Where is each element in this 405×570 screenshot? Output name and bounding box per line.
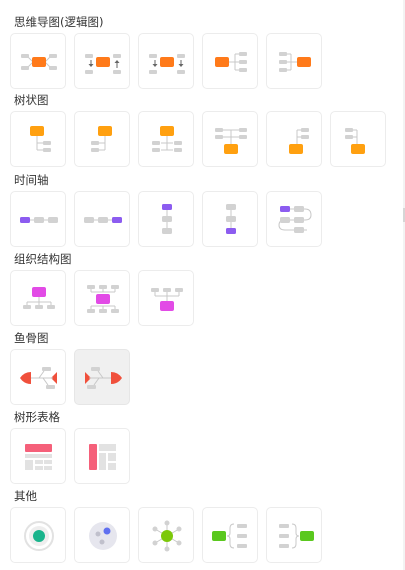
tree-table-horizontal-icon <box>25 444 52 470</box>
brace-right-icon <box>212 523 247 549</box>
section-title: 时间轴 <box>14 173 49 187</box>
structure-tile[interactable] <box>266 507 322 563</box>
structure-tile[interactable] <box>74 33 130 89</box>
timeline-serpentine-icon <box>278 206 312 233</box>
structure-tile[interactable] <box>10 111 66 167</box>
structure-tile[interactable] <box>10 270 66 326</box>
structure-tile[interactable] <box>138 270 194 326</box>
structure-tile[interactable] <box>10 191 66 247</box>
mindmap-centered-icon <box>21 54 57 70</box>
timeline-horizontal-left-icon <box>20 217 58 223</box>
timeline-vertical-top-icon <box>162 204 172 234</box>
structure-tile[interactable] <box>74 428 130 484</box>
org-chart-down-icon <box>23 287 55 309</box>
structure-tile[interactable] <box>74 507 130 563</box>
tree-up-icon <box>215 128 247 154</box>
structure-tile[interactable] <box>138 507 194 563</box>
logic-map-right-icon <box>279 52 311 72</box>
structure-tile[interactable] <box>10 507 66 563</box>
structure-panel: 思维导图(逻辑图) 树状图 时间轴 组织结构图 鱼骨图 树形表格 其他 <box>0 0 403 570</box>
structure-tile[interactable] <box>202 33 258 89</box>
section-title: 组织结构图 <box>14 252 72 266</box>
structure-tile[interactable] <box>74 191 130 247</box>
org-chart-up-icon <box>151 288 183 311</box>
tree-up-right-icon <box>345 128 365 154</box>
structure-tile[interactable] <box>202 191 258 247</box>
fishbone-right-icon <box>85 367 122 389</box>
bubble-map-icon <box>89 522 117 550</box>
structure-tile[interactable] <box>202 111 258 167</box>
section-title: 树状图 <box>14 93 49 107</box>
structure-tile[interactable] <box>266 111 322 167</box>
mindmap-centered-arrows-icon <box>85 54 121 74</box>
tree-right-icon <box>30 126 51 152</box>
section-title: 鱼骨图 <box>14 331 49 345</box>
structure-tile[interactable] <box>10 33 66 89</box>
tree-table-vertical-icon <box>89 444 116 470</box>
structure-tile[interactable] <box>266 191 322 247</box>
structure-tile[interactable] <box>138 111 194 167</box>
structure-tile-selected[interactable] <box>74 349 130 405</box>
structure-tile[interactable] <box>266 33 322 89</box>
structure-tile[interactable] <box>202 507 258 563</box>
timeline-horizontal-right-icon <box>84 217 122 223</box>
structure-tile[interactable] <box>330 111 386 167</box>
org-chart-middle-icon <box>87 285 119 313</box>
structure-tile[interactable] <box>10 349 66 405</box>
section-title: 其他 <box>14 489 37 503</box>
section-title: 思维导图(逻辑图) <box>14 15 104 29</box>
structure-tile[interactable] <box>74 111 130 167</box>
structure-tile[interactable] <box>138 191 194 247</box>
structure-tile[interactable] <box>74 270 130 326</box>
tree-both-icon <box>152 126 182 152</box>
radial-circle-icon <box>24 521 54 551</box>
structure-tile[interactable] <box>138 33 194 89</box>
tree-left-icon <box>91 126 112 152</box>
tree-up-left-icon <box>289 128 309 154</box>
logic-map-left-icon <box>215 52 247 72</box>
section-title: 树形表格 <box>14 410 60 424</box>
brace-left-icon <box>279 523 314 549</box>
structure-tile[interactable] <box>10 428 66 484</box>
mindmap-centered-arrows-down-icon <box>149 54 185 74</box>
fishbone-left-icon <box>20 367 57 389</box>
radial-spokes-icon <box>152 520 182 552</box>
timeline-vertical-bottom-icon <box>226 204 236 234</box>
